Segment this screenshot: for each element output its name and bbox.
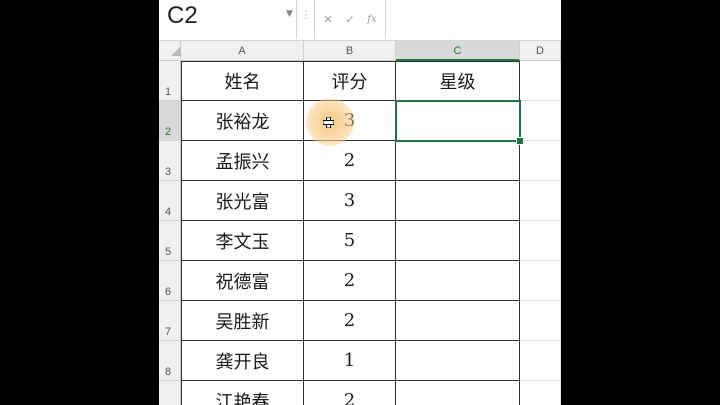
cell-b1[interactable]: 评分 bbox=[304, 61, 396, 101]
cell-d8[interactable] bbox=[520, 341, 561, 381]
column-header-a[interactable]: A bbox=[181, 41, 304, 61]
insert-function-button[interactable]: fx bbox=[367, 14, 376, 25]
cell-c8[interactable] bbox=[396, 341, 520, 381]
row-header-2[interactable]: 2 bbox=[159, 101, 181, 141]
spreadsheet-window: C2 ▼ ⋮ ✕ ✓ fx A B C D 1 2 3 4 5 6 7 8 9 … bbox=[159, 0, 561, 405]
cell-c5[interactable] bbox=[396, 221, 520, 261]
cell-a4[interactable]: 张光富 bbox=[181, 181, 304, 221]
row-number: 6 bbox=[165, 286, 172, 298]
row-header-1[interactable]: 1 bbox=[159, 61, 181, 101]
name-box[interactable]: C2 ▼ bbox=[159, 0, 297, 39]
row-number: 7 bbox=[165, 326, 172, 338]
column-header-b[interactable]: B bbox=[304, 41, 396, 61]
cell-a9[interactable]: 江艳春 bbox=[181, 381, 304, 405]
cell-a5[interactable]: 李文玉 bbox=[181, 221, 304, 261]
row-header-4[interactable]: 4 bbox=[159, 181, 181, 221]
row-header-9[interactable]: 9 bbox=[159, 381, 181, 405]
row-header-6[interactable]: 6 bbox=[159, 261, 181, 301]
row-number: 5 bbox=[165, 246, 172, 258]
select-all-corner[interactable] bbox=[159, 41, 181, 61]
column-header-d[interactable]: D bbox=[520, 41, 561, 61]
drag-handle-icon[interactable]: ⋮ bbox=[301, 10, 311, 21]
row-number: 4 bbox=[165, 206, 172, 218]
cell-c7[interactable] bbox=[396, 301, 520, 341]
cell-b6[interactable]: 2 bbox=[304, 261, 396, 301]
cursor-crosshair-icon bbox=[323, 117, 334, 128]
cell-d2[interactable] bbox=[520, 101, 561, 141]
cell-d6[interactable] bbox=[520, 261, 561, 301]
cell-b7[interactable]: 2 bbox=[304, 301, 396, 341]
cell-b9[interactable]: 2 bbox=[304, 381, 396, 405]
close-icon[interactable]: ✕ bbox=[323, 13, 332, 26]
cell-d3[interactable] bbox=[520, 141, 561, 181]
formula-bar: C2 ▼ ⋮ ✕ ✓ fx bbox=[159, 0, 561, 41]
formula-buttons: ✕ ✓ fx bbox=[314, 0, 386, 39]
column-header-c[interactable]: C bbox=[396, 41, 520, 61]
cell-c6[interactable] bbox=[396, 261, 520, 301]
cell-c1[interactable]: 星级 bbox=[396, 61, 520, 101]
row-header-5[interactable]: 5 bbox=[159, 221, 181, 261]
row-number: 8 bbox=[165, 366, 172, 378]
row-header-7[interactable]: 7 bbox=[159, 301, 181, 341]
row-header-8[interactable]: 8 bbox=[159, 341, 181, 381]
cell-b8[interactable]: 1 bbox=[304, 341, 396, 381]
name-box-value: C2 bbox=[167, 2, 198, 29]
cell-c2[interactable] bbox=[396, 101, 520, 141]
select-all-icon bbox=[171, 46, 181, 56]
cell-d5[interactable] bbox=[520, 221, 561, 261]
cell-a2[interactable]: 张裕龙 bbox=[181, 101, 304, 141]
cell-b5[interactable]: 5 bbox=[304, 221, 396, 261]
cell-c4[interactable] bbox=[396, 181, 520, 221]
row-number: 1 bbox=[165, 86, 172, 98]
row-header-3[interactable]: 3 bbox=[159, 141, 181, 181]
row-number: 2 bbox=[165, 126, 172, 138]
cell-d7[interactable] bbox=[520, 301, 561, 341]
cell-a1[interactable]: 姓名 bbox=[181, 61, 304, 101]
cell-a7[interactable]: 吴胜新 bbox=[181, 301, 304, 341]
cell-b4[interactable]: 3 bbox=[304, 181, 396, 221]
cell-a8[interactable]: 龚开良 bbox=[181, 341, 304, 381]
cell-b3[interactable]: 2 bbox=[304, 141, 396, 181]
chevron-down-icon[interactable]: ▼ bbox=[286, 9, 293, 19]
cell-d9[interactable] bbox=[520, 381, 561, 405]
row-number: 3 bbox=[165, 166, 172, 178]
formula-input[interactable] bbox=[387, 0, 561, 39]
cell-d4[interactable] bbox=[520, 181, 561, 221]
cell-d1[interactable] bbox=[520, 61, 561, 101]
cell-a6[interactable]: 祝德富 bbox=[181, 261, 304, 301]
cell-c3[interactable] bbox=[396, 141, 520, 181]
check-icon[interactable]: ✓ bbox=[345, 13, 354, 26]
fill-handle[interactable] bbox=[516, 137, 524, 145]
cell-c9[interactable] bbox=[396, 381, 520, 405]
cell-a3[interactable]: 孟振兴 bbox=[181, 141, 304, 181]
